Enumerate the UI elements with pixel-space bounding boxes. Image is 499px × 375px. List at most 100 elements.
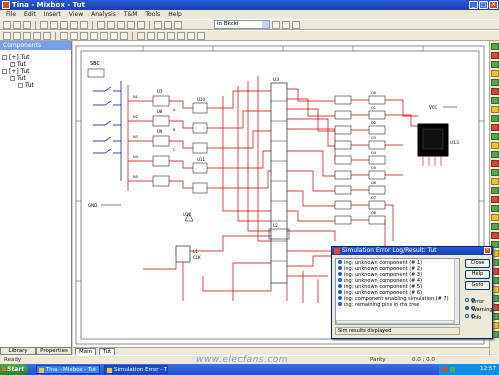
tool-icon[interactable] (491, 61, 499, 68)
tool-icon[interactable] (491, 124, 499, 131)
close-icon[interactable]: × (489, 1, 498, 9)
tool-icon[interactable] (491, 178, 499, 185)
transistor-icon[interactable] (43, 31, 51, 40)
menu-help[interactable]: Help (168, 10, 182, 19)
paste-icon[interactable] (60, 20, 68, 29)
stop-icon[interactable] (174, 20, 182, 29)
task-tina-main[interactable]: Tina - Mixbox - Tut (36, 365, 100, 374)
meter-icon[interactable] (282, 20, 290, 29)
tool-icon[interactable] (491, 43, 499, 50)
tree-item[interactable]: Tut (2, 82, 69, 89)
tree-item[interactable]: [+] Tut (2, 54, 69, 61)
tree-item[interactable]: Tut (2, 75, 69, 82)
wire-icon[interactable] (127, 20, 135, 29)
start-button[interactable]: Start (0, 364, 28, 375)
tab-library[interactable]: Library (0, 347, 36, 355)
tool-icon[interactable] (491, 70, 499, 77)
menu-edit[interactable]: Edit (24, 10, 36, 19)
menu-tm[interactable]: T&M (124, 10, 138, 19)
tool-icon[interactable] (491, 79, 499, 86)
log-hscrollbar[interactable] (336, 320, 454, 324)
tool-icon[interactable] (491, 223, 499, 230)
tool-icon[interactable] (491, 187, 499, 194)
grid-icon[interactable] (154, 20, 162, 29)
menu-tools[interactable]: Tools (145, 10, 160, 19)
zoom-in-icon[interactable] (97, 20, 105, 29)
zoom-out-icon[interactable] (107, 20, 115, 29)
dialog-close-icon[interactable]: × (484, 247, 491, 254)
tree-item[interactable]: Tut (2, 61, 69, 68)
led-icon[interactable] (147, 31, 155, 40)
menu-analysis[interactable]: Analysis (91, 10, 116, 19)
flipflop-icon[interactable] (90, 31, 98, 40)
text-icon[interactable] (137, 20, 145, 29)
radio-warning[interactable]: Warning (465, 305, 493, 313)
macro-icon[interactable] (187, 31, 195, 40)
tool-icon[interactable] (491, 142, 499, 149)
radio-dot[interactable] (465, 305, 469, 310)
tool-icon[interactable] (491, 133, 499, 140)
gate-not-icon[interactable] (80, 31, 88, 40)
diode-icon[interactable] (33, 31, 41, 40)
tool-icon[interactable] (491, 196, 499, 203)
radio-info[interactable]: Info (465, 313, 481, 321)
analysis-icon[interactable] (272, 20, 280, 29)
log-line[interactable]: ing: remaining pins in rhs tree (338, 302, 457, 308)
radio-dot[interactable] (465, 313, 469, 318)
tool-icon[interactable] (491, 115, 499, 122)
tray-icon[interactable] (450, 367, 455, 372)
pointer-icon[interactable] (117, 20, 125, 29)
close-button[interactable]: Close (465, 259, 490, 268)
copy-icon[interactable] (50, 20, 58, 29)
tree-item[interactable]: [+] Tut (2, 68, 69, 75)
radio-dot[interactable] (465, 297, 469, 302)
menu-file[interactable]: File (6, 10, 16, 19)
log-scrollbar[interactable] (454, 259, 459, 324)
tool-icon[interactable] (491, 169, 499, 176)
task-sim-dialog[interactable]: Simulation Error - Tut (104, 365, 168, 374)
menu-view[interactable]: View (69, 10, 83, 19)
redo-icon[interactable] (80, 20, 88, 29)
cut-icon[interactable] (40, 20, 48, 29)
component-combo[interactable]: In Bkcki (214, 20, 270, 29)
spice-icon[interactable] (197, 31, 205, 40)
open-file-icon[interactable] (13, 20, 21, 29)
new-file-icon[interactable] (3, 20, 11, 29)
save-icon[interactable] (23, 20, 31, 29)
minimize-icon[interactable]: _ (469, 1, 478, 9)
menu-insert[interactable]: Insert (44, 10, 61, 19)
tool-icon[interactable] (491, 52, 499, 59)
tool-icon[interactable] (491, 151, 499, 158)
tool-icon[interactable] (491, 214, 499, 221)
help-button[interactable]: Help (465, 270, 490, 279)
tray-icon[interactable] (442, 367, 447, 372)
tab-properties[interactable]: Properties (36, 347, 72, 355)
switch-icon[interactable] (137, 31, 145, 40)
inductor-icon[interactable] (23, 31, 31, 40)
display-icon[interactable] (157, 31, 165, 40)
error-log-list[interactable]: ing: unknown component (# 1) ing: unknow… (335, 258, 460, 325)
gate-or-icon[interactable] (70, 31, 78, 40)
gate-and-icon[interactable] (60, 31, 68, 40)
maximize-icon[interactable]: □ (479, 1, 488, 9)
resistor-icon[interactable] (3, 31, 11, 40)
scope-icon[interactable] (292, 20, 300, 29)
tool-icon[interactable] (491, 160, 499, 167)
undo-icon[interactable] (70, 20, 78, 29)
tool-icon[interactable] (491, 232, 499, 239)
meter-small-icon[interactable] (167, 31, 175, 40)
ground-icon[interactable] (120, 31, 128, 40)
radio-error[interactable]: Error (465, 297, 484, 305)
source-icon[interactable] (110, 31, 118, 40)
tool-icon[interactable] (491, 106, 499, 113)
goto-button[interactable]: Goto (465, 281, 490, 290)
tool-icon[interactable] (491, 97, 499, 104)
run-icon[interactable] (164, 20, 172, 29)
counter-icon[interactable] (100, 31, 108, 40)
tool-icon[interactable] (491, 88, 499, 95)
expand-icon[interactable] (2, 55, 7, 60)
expand-icon[interactable] (2, 69, 7, 74)
tool-icon[interactable] (491, 205, 499, 212)
capacitor-icon[interactable] (13, 31, 21, 40)
special-icon[interactable] (177, 31, 185, 40)
